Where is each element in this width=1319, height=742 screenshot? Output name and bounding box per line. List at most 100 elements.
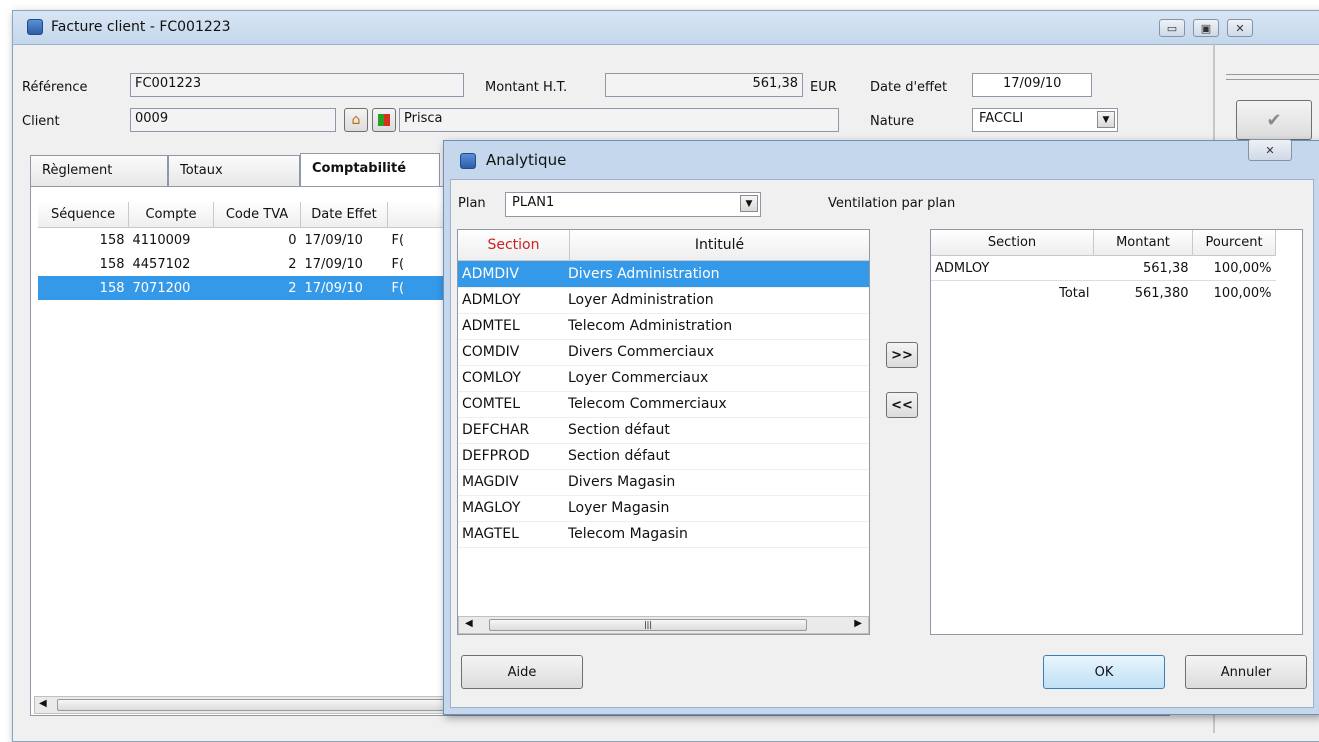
remove-section-button[interactable]: <<: [886, 392, 918, 418]
list-item[interactable]: COMDIV Divers Commerciaux: [458, 339, 869, 366]
cell-date: 17/09/10: [304, 256, 363, 272]
list-item[interactable]: MAGTEL Telecom Magasin: [458, 521, 869, 548]
sections-list-header: Section Intitulé: [458, 230, 869, 261]
home-icon: ⌂: [351, 112, 361, 128]
total-pourcent: 100,00%: [1192, 280, 1276, 305]
cell-compte: 7071200: [128, 276, 214, 300]
scroll-thumb[interactable]: |||: [489, 619, 807, 631]
ok-button[interactable]: OK: [1043, 655, 1165, 689]
plan-select[interactable]: PLAN1 ▼: [505, 192, 761, 217]
table-row[interactable]: 158 4457102 2 17/09/10 F(: [38, 252, 458, 276]
dialog-icon: [460, 153, 476, 169]
cell-section: ADMLOY: [935, 260, 990, 276]
cell-sequence: 158: [38, 276, 129, 300]
close-icon: ✕: [1265, 143, 1275, 157]
list-item[interactable]: MAGDIV Divers Magasin: [458, 469, 869, 496]
scroll-left-icon[interactable]: ◀: [39, 698, 47, 709]
app-icon: [27, 19, 43, 35]
flag-icon: [378, 114, 390, 126]
col-ventil-section[interactable]: Section: [931, 230, 1094, 256]
date-effet-field[interactable]: 17/09/10: [972, 73, 1092, 97]
table-row[interactable]: ADMLOY 561,38 100,00%: [931, 256, 1276, 281]
toolbar-grip: [1226, 74, 1319, 80]
tab-reglement[interactable]: Règlement: [30, 155, 168, 186]
col-pourcent[interactable]: Pourcent: [1192, 230, 1276, 256]
section-code: ADMDIV: [458, 261, 568, 287]
reference-field[interactable]: FC001223: [130, 73, 464, 97]
dialog-close-button[interactable]: ✕: [1248, 139, 1292, 161]
main-titlebar: Facture client - FC001223 ▭ ▣ ✕: [13, 11, 1319, 44]
nature-select[interactable]: FACCLI ▼: [972, 108, 1118, 132]
validate-button[interactable]: ✔: [1236, 100, 1312, 140]
section-label: Divers Administration: [568, 261, 869, 287]
close-button[interactable]: ✕: [1227, 19, 1253, 37]
tab-totaux[interactable]: Totaux: [168, 155, 300, 186]
section-label: Section défaut: [568, 422, 670, 438]
maximize-button[interactable]: ▣: [1193, 19, 1219, 37]
close-icon: ✕: [1235, 21, 1245, 35]
client-home-button[interactable]: ⌂: [344, 108, 368, 132]
section-code: DEFCHAR: [462, 422, 530, 438]
client-field[interactable]: 0009: [130, 108, 336, 132]
aide-button[interactable]: Aide: [461, 655, 583, 689]
annuler-button[interactable]: Annuler: [1185, 655, 1307, 689]
checkmark-icon: ✔: [1266, 109, 1282, 131]
col-intitule[interactable]: Intitulé: [570, 230, 869, 260]
col-section[interactable]: Section: [458, 230, 570, 260]
cell-pourcent: 100,00%: [1213, 260, 1272, 276]
section-label: Telecom Commerciaux: [568, 396, 727, 412]
ventilation-label: Ventilation par plan: [828, 196, 956, 211]
montant-field[interactable]: 561,38: [605, 73, 803, 97]
maximize-icon: ▣: [1200, 21, 1212, 35]
list-item[interactable]: COMLOY Loyer Commerciaux: [458, 365, 869, 392]
cell-date: 17/09/10: [304, 232, 363, 248]
scroll-left-icon[interactable]: ◀: [465, 618, 473, 629]
reference-label: Référence: [22, 80, 88, 95]
section-label: Loyer Administration: [568, 292, 714, 308]
col-montant[interactable]: Montant: [1093, 230, 1193, 256]
list-item-selected[interactable]: ADMDIV Divers Administration: [458, 261, 869, 288]
date-effet-label: Date d'effet: [870, 80, 948, 95]
list-item[interactable]: MAGLOY Loyer Magasin: [458, 495, 869, 522]
list-item[interactable]: DEFPROD Section défaut: [458, 443, 869, 470]
sections-list[interactable]: Section Intitulé ADMDIV Divers Administra…: [457, 229, 870, 635]
currency-label: EUR: [810, 80, 837, 95]
cell-code-tva: 2: [213, 276, 301, 300]
chevron-down-icon: ▼: [740, 195, 758, 212]
table-row[interactable]: 158 4110009 0 17/09/10 F(: [38, 228, 458, 253]
section-code: MAGTEL: [462, 526, 519, 542]
sections-hscroll[interactable]: ◀ ||| ▶: [458, 616, 869, 634]
section-code: COMTEL: [462, 396, 521, 412]
col-date-effet[interactable]: Date Effet: [300, 202, 388, 228]
dialog-title: Analytique: [486, 151, 567, 169]
list-item[interactable]: ADMLOY Loyer Administration: [458, 287, 869, 314]
minimize-button[interactable]: ▭: [1159, 19, 1185, 37]
nature-label: Nature: [870, 114, 915, 129]
list-item[interactable]: DEFCHAR Section défaut: [458, 417, 869, 444]
client-flag-button[interactable]: [372, 108, 396, 132]
tab-comptabilite[interactable]: Comptabilité: [300, 153, 440, 186]
section-label: Telecom Magasin: [568, 526, 688, 542]
list-item[interactable]: COMTEL Telecom Commerciaux: [458, 391, 869, 418]
cell-compte: 4110009: [132, 232, 191, 248]
section-code: MAGDIV: [462, 474, 519, 490]
col-compte[interactable]: Compte: [128, 202, 214, 228]
section-code: ADMTEL: [462, 318, 520, 334]
section-label: Telecom Administration: [568, 318, 733, 334]
section-code: MAGLOY: [462, 500, 521, 516]
list-item[interactable]: ADMTEL Telecom Administration: [458, 313, 869, 340]
scroll-right-icon[interactable]: ▶: [854, 618, 862, 629]
client-label: Client: [22, 114, 60, 129]
total-label: Total: [931, 280, 1094, 305]
col-code-tva[interactable]: Code TVA: [213, 202, 301, 228]
window-title: Facture client - FC001223: [51, 19, 231, 35]
section-label: Loyer Magasin: [568, 500, 670, 516]
client-name-field[interactable]: Prisca: [399, 108, 839, 132]
montant-label: Montant H.T.: [485, 80, 568, 95]
section-code: COMDIV: [462, 344, 520, 360]
section-label: Divers Magasin: [568, 474, 676, 490]
table-row-selected[interactable]: 158 7071200 2 17/09/10 F(: [38, 276, 458, 300]
add-section-button[interactable]: >>: [886, 342, 918, 368]
col-sequence[interactable]: Séquence: [38, 202, 129, 228]
section-code: COMLOY: [462, 370, 521, 386]
